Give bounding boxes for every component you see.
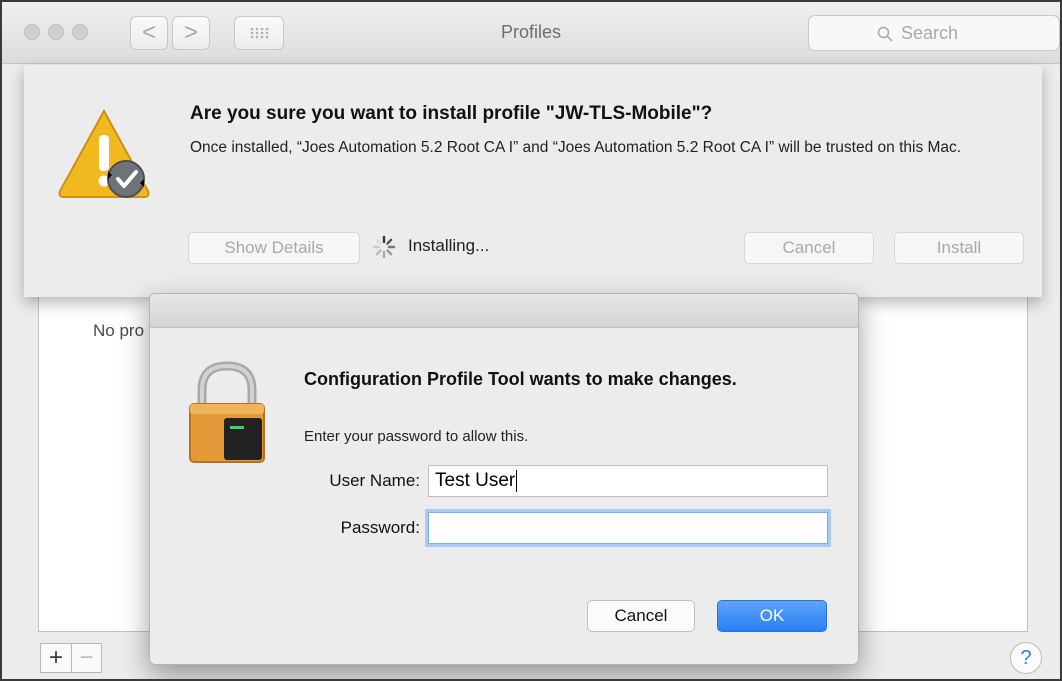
spinner-icon: [372, 235, 396, 259]
warning-icon: [58, 108, 150, 198]
add-remove-controls: + −: [40, 643, 102, 673]
install-sheet-title: Are you sure you want to install profile…: [190, 103, 713, 124]
title-bar: < > Profiles Search: [2, 2, 1060, 64]
dialog-title-bar: [150, 294, 858, 328]
show-details-button[interactable]: Show Details: [188, 232, 360, 264]
auth-dialog-message: Enter your password to allow this.: [304, 428, 529, 445]
username-value: Test User: [435, 470, 516, 492]
search-icon: [877, 26, 893, 42]
authentication-dialog: Configuration Profile Tool wants to make…: [149, 293, 859, 665]
help-button[interactable]: ?: [1010, 642, 1042, 674]
install-sheet-message: Once installed, “Joes Automation 5.2 Roo…: [190, 139, 962, 156]
password-label: Password:: [340, 518, 420, 537]
install-button[interactable]: Install: [894, 232, 1024, 264]
search-field[interactable]: Search: [808, 15, 1060, 51]
sheet-cancel-button[interactable]: Cancel: [744, 232, 874, 264]
username-field[interactable]: Test User: [428, 465, 828, 497]
remove-profile-button[interactable]: −: [70, 644, 101, 672]
installing-status: Installing...: [408, 236, 490, 255]
auth-dialog-title: Configuration Profile Tool wants to make…: [304, 369, 737, 389]
username-label: User Name:: [329, 471, 420, 490]
auth-cancel-button[interactable]: Cancel: [587, 600, 695, 632]
text-caret: [516, 470, 518, 492]
search-placeholder-wrap: Search: [877, 23, 958, 44]
search-placeholder: Search: [901, 23, 959, 43]
ok-button[interactable]: OK: [717, 600, 827, 632]
add-profile-button[interactable]: +: [41, 644, 71, 672]
empty-list-text: No pro: [93, 321, 145, 340]
lock-icon: [189, 361, 265, 463]
system-preferences-window: < > Profiles Search No pro + − ? Are you…: [0, 0, 1062, 681]
install-profile-sheet: Are you sure you want to install profile…: [24, 65, 1042, 297]
password-field[interactable]: [428, 512, 828, 544]
